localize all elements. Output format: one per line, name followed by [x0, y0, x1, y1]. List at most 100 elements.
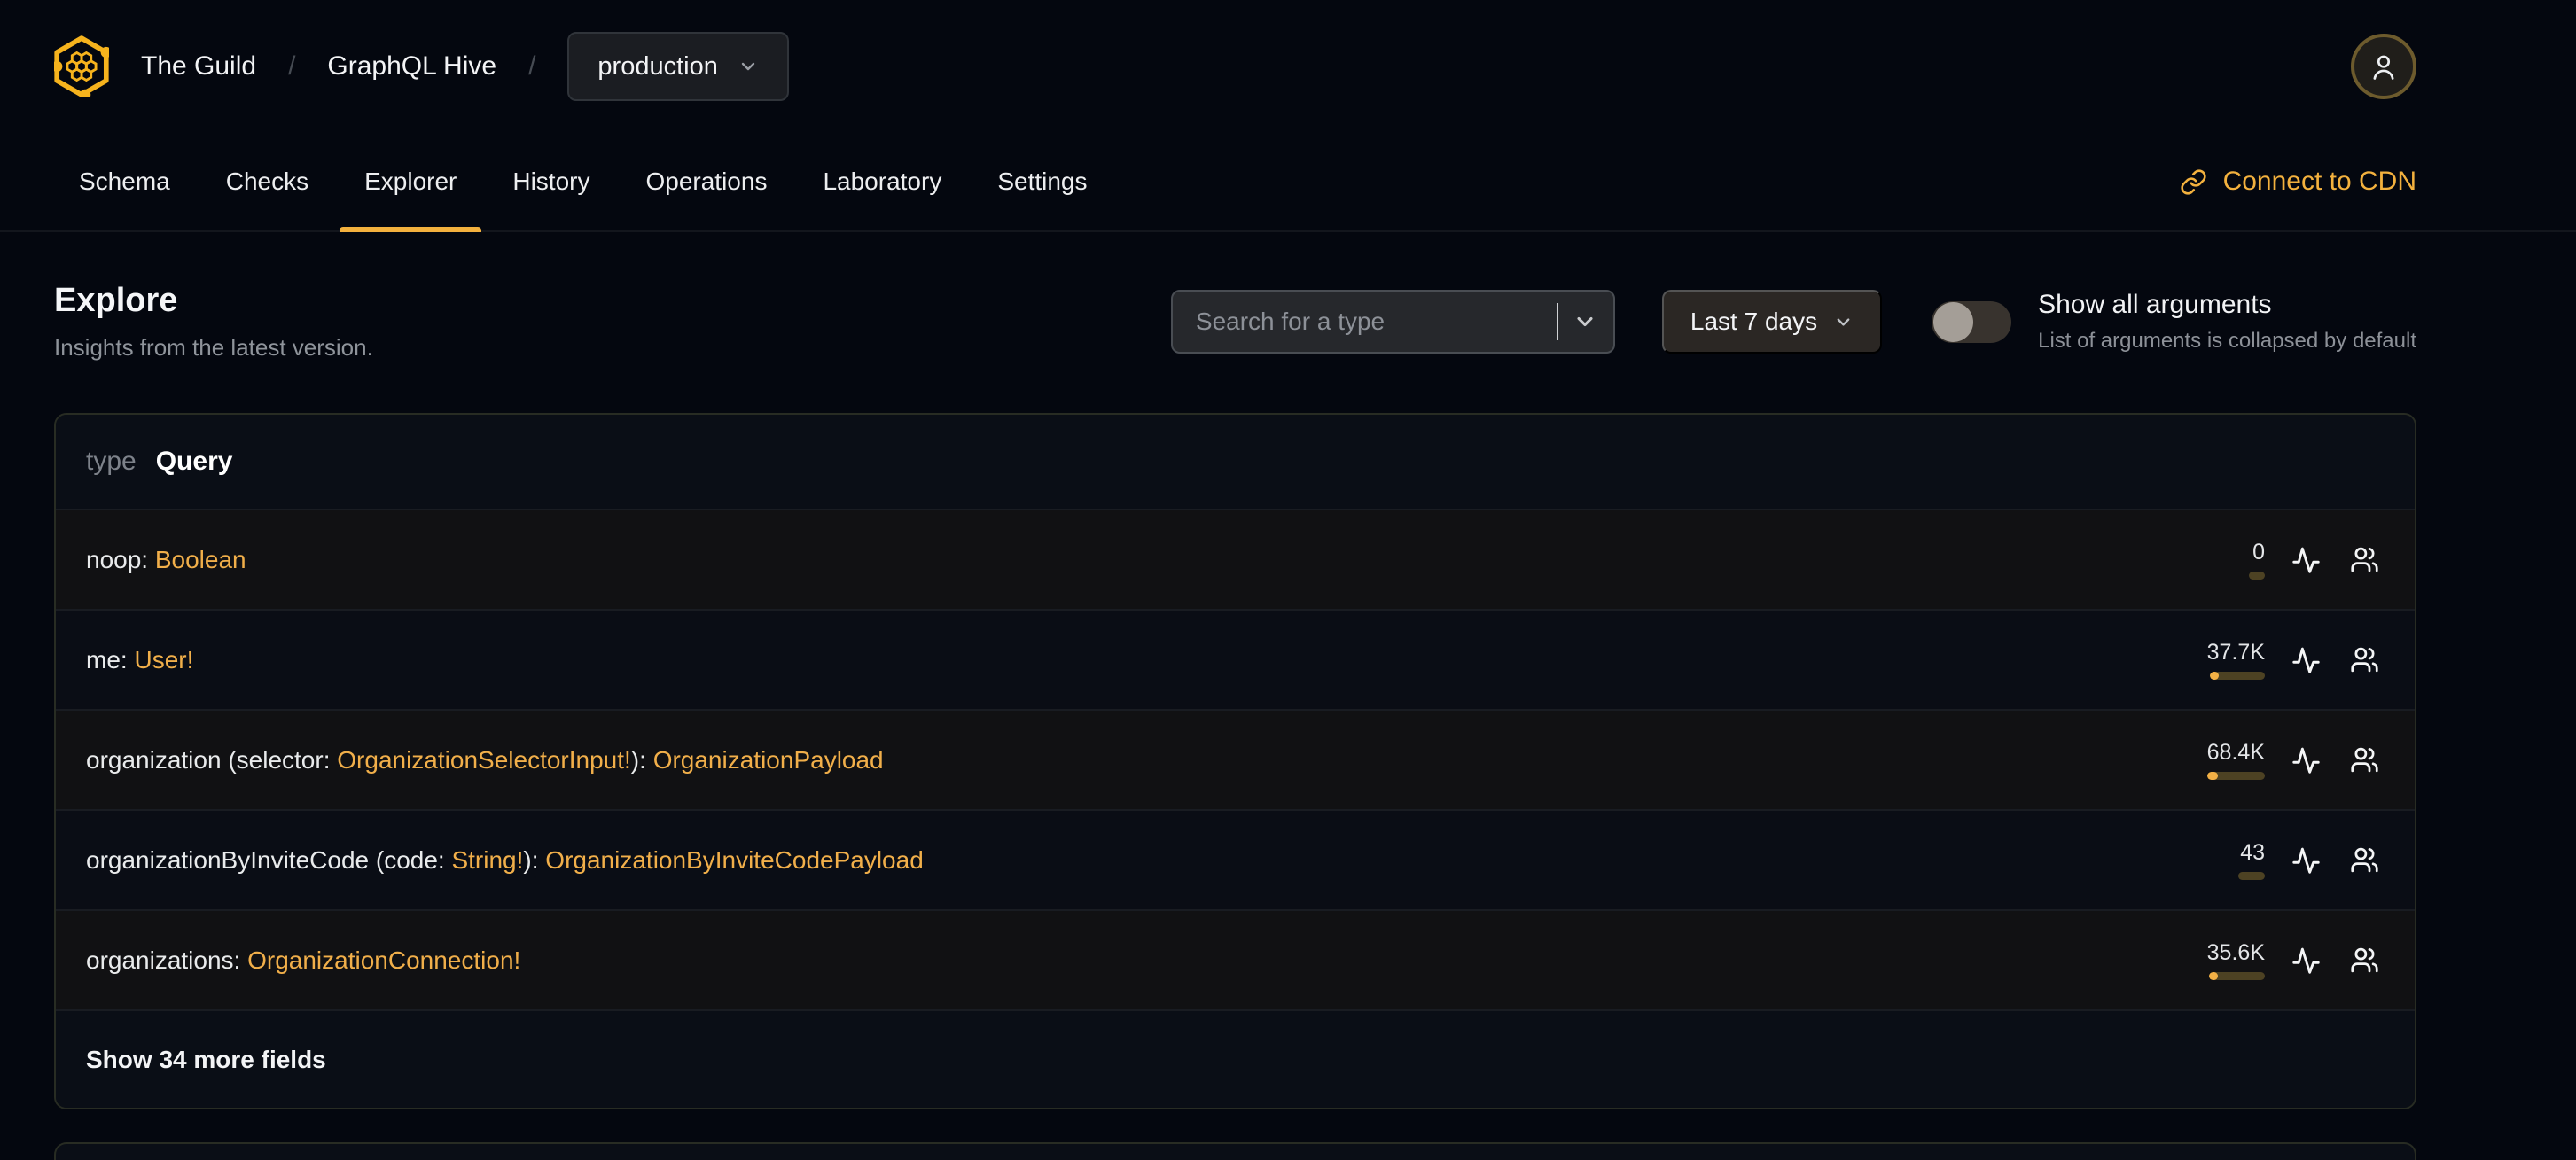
field-stats: 0 [2190, 540, 2415, 580]
explorer-page: Explore Insights from the latest version… [0, 232, 2576, 1160]
field-row: noop: Boolean 0 [56, 509, 2415, 609]
link-icon [2180, 168, 2207, 196]
field-signature: noop: Boolean [86, 546, 246, 574]
connect-to-cdn-label: Connect to CDN [2222, 167, 2416, 196]
page-subtitle: Insights from the latest version. [54, 334, 373, 361]
field-stats: 37.7K [2190, 640, 2415, 680]
chevron-down-icon[interactable] [1573, 309, 1597, 334]
breadcrumb: The Guild / GraphQL Hive / production [54, 32, 789, 101]
chevron-down-icon [738, 56, 759, 77]
users-icon[interactable] [2350, 946, 2379, 975]
activity-icon[interactable] [2291, 845, 2321, 875]
hive-logo[interactable] [54, 35, 109, 97]
type-link[interactable]: String! [451, 846, 523, 874]
field-stats: 68.4K [2190, 740, 2415, 780]
tab-schema[interactable]: Schema [54, 133, 195, 230]
usage-bar [2207, 772, 2265, 780]
toggle-labels: Show all arguments List of arguments is … [2038, 290, 2416, 354]
tab-settings[interactable]: Settings [972, 133, 1112, 230]
target-selector-label: production [597, 51, 718, 81]
usage-bar-fill [2207, 772, 2218, 780]
toggle-title: Show all arguments [2038, 290, 2272, 319]
users-icon[interactable] [2350, 545, 2379, 574]
breadcrumb-separator: / [528, 51, 536, 81]
type-kind-label: type [86, 447, 137, 476]
breadcrumb-org[interactable]: The Guild [141, 51, 256, 82]
type-card-header: type Query [56, 415, 2415, 509]
date-range-button[interactable]: Last 7 days [1661, 290, 1883, 354]
usage-count-block: 0 [2190, 540, 2265, 580]
type-link[interactable]: OrganizationByInviteCodePayload [545, 846, 923, 874]
type-search-input[interactable] [1195, 308, 1550, 336]
field-rows: noop: Boolean 0 me: User! 37.7K organizati… [56, 509, 2415, 1009]
type-link[interactable]: User! [134, 646, 193, 673]
app-header: The Guild / GraphQL Hive / production [0, 0, 2576, 133]
users-icon[interactable] [2350, 745, 2379, 775]
usage-count-block: 37.7K [2190, 640, 2265, 680]
connect-to-cdn-link[interactable]: Connect to CDN [2180, 133, 2416, 230]
field-signature: me: User! [86, 646, 193, 674]
breadcrumb-project[interactable]: GraphQL Hive [327, 51, 496, 82]
usage-count: 0 [2252, 540, 2265, 564]
explorer-controls: Last 7 days Show all arguments List of a… [1170, 290, 2416, 354]
users-icon[interactable] [2350, 645, 2379, 674]
usage-bar [2238, 872, 2265, 880]
field-row: organizations: OrganizationConnection! 35… [56, 909, 2415, 1009]
date-range-label: Last 7 days [1690, 308, 1818, 335]
page-title: Explore [54, 282, 178, 319]
toggle-description: List of arguments is collapsed by defaul… [2038, 329, 2416, 353]
field-stats: 35.6K [2190, 940, 2415, 980]
toggle-knob [1933, 301, 1974, 342]
activity-icon[interactable] [2291, 545, 2321, 574]
field-row: me: User! 37.7K [56, 609, 2415, 709]
tab-history[interactable]: History [488, 133, 614, 230]
tab-operations[interactable]: Operations [621, 133, 792, 230]
user-icon [2367, 50, 2400, 83]
type-link[interactable]: OrganizationPayload [653, 746, 884, 774]
breadcrumb-separator: / [288, 51, 296, 81]
type-search-combobox[interactable] [1170, 290, 1615, 354]
usage-count-block: 43 [2190, 840, 2265, 880]
type-card-query: type Query noop: Boolean 0 me: User! 37.7K… [54, 413, 2416, 1109]
type-link[interactable]: OrganizationConnection! [247, 946, 520, 974]
tab-explorer[interactable]: Explorer [340, 133, 482, 232]
usage-bar [2209, 972, 2265, 980]
combobox-divider [1556, 303, 1558, 340]
field-stats: 43 [2190, 840, 2415, 880]
tab-laboratory[interactable]: Laboratory [798, 133, 966, 230]
user-menu-button[interactable] [2351, 34, 2416, 99]
tab-checks[interactable]: Checks [201, 133, 333, 230]
activity-icon[interactable] [2291, 745, 2321, 775]
field-row: organization (selector: OrganizationSele… [56, 709, 2415, 809]
usage-count-block: 35.6K [2190, 940, 2265, 980]
page-heading: Explore Insights from the latest version… [54, 282, 373, 362]
type-name[interactable]: Query [156, 447, 233, 477]
field-name-text: organizationByInviteCode (code: [86, 845, 452, 874]
activity-icon[interactable] [2291, 946, 2321, 975]
usage-count: 35.6K [2206, 940, 2265, 965]
usage-bar [2249, 572, 2265, 580]
users-icon[interactable] [2350, 845, 2379, 875]
usage-count: 43 [2240, 840, 2265, 865]
field-name-text: organizations: [86, 946, 248, 974]
usage-count: 68.4K [2206, 740, 2265, 765]
chevron-down-icon [1833, 312, 1854, 332]
show-all-arguments-toggle[interactable] [1932, 300, 2012, 343]
field-name-text: ): [523, 845, 546, 874]
nav-tabs: Schema Checks Explorer History Operations Lab… [0, 133, 2576, 232]
usage-bar-fill [2210, 672, 2219, 680]
next-type-card-partial [54, 1142, 2416, 1160]
usage-count-block: 68.4K [2190, 740, 2265, 780]
field-signature: organization (selector: OrganizationSele… [86, 746, 884, 775]
usage-count: 37.7K [2206, 640, 2265, 665]
field-signature: organizationByInviteCode (code: String!)… [86, 846, 924, 875]
field-name-text: me: [86, 645, 135, 673]
type-link[interactable]: OrganizationSelectorInput! [337, 746, 631, 774]
target-selector-button[interactable]: production [567, 32, 789, 101]
field-row: organizationByInviteCode (code: String!)… [56, 809, 2415, 909]
type-link[interactable]: Boolean [155, 546, 246, 573]
show-more-fields-button[interactable]: Show 34 more fields [56, 1009, 2415, 1108]
activity-icon[interactable] [2291, 645, 2321, 674]
field-signature: organizations: OrganizationConnection! [86, 946, 520, 975]
usage-bar [2210, 672, 2265, 680]
